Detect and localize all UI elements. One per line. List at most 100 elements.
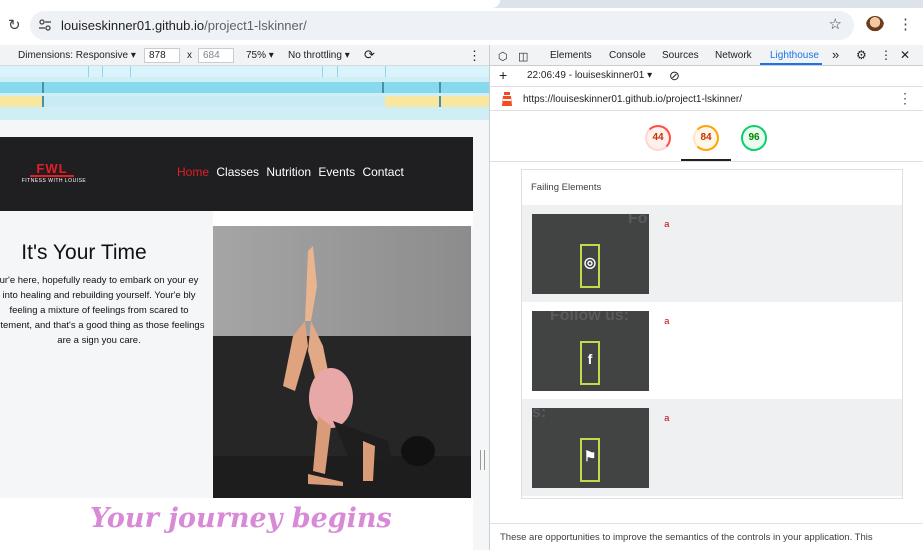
mq-tick — [439, 82, 441, 93]
report-menu-icon[interactable]: ⋮ — [898, 90, 912, 107]
nav-link-home[interactable]: Home — [177, 165, 209, 179]
journey-heading: Your journey begins — [90, 503, 392, 534]
mq-tick — [42, 96, 44, 107]
site-nav: Home Classes Nutrition Events Contact — [177, 165, 408, 179]
hero-photo — [213, 226, 471, 498]
mq-segment — [385, 96, 489, 107]
url-text[interactable]: louiseskinner01.github.io/project1-lskin… — [61, 18, 307, 33]
browser-tab-strip — [0, 0, 923, 8]
score-gauge-performance[interactable]: 44 — [645, 125, 671, 151]
throttling-dropdown[interactable]: No throttling ▾ — [288, 50, 350, 61]
failing-elements-card: Failing Elements Fo ◎ a Follow us: f a s… — [521, 169, 903, 499]
score-gauge-accessibility[interactable]: 84 — [693, 125, 719, 151]
site-settings-icon[interactable] — [38, 18, 52, 32]
score-gauge-best-practices[interactable]: 96 — [741, 125, 767, 151]
tab-network[interactable]: Network — [715, 50, 752, 61]
browser-menu-icon[interactable]: ⋮ — [898, 15, 913, 33]
url-path: /project1-lskinner/ — [204, 18, 307, 33]
zoom-dropdown[interactable]: 75% ▾ — [246, 50, 274, 61]
more-tabs-icon[interactable]: » — [832, 47, 839, 62]
mq-tick — [337, 66, 338, 77]
thumbnail-ghost-text: Fo — [628, 214, 648, 227]
site-logo[interactable]: FWL FITNESS WITH LOUISE — [10, 162, 98, 185]
facebook-icon: f — [587, 351, 593, 367]
inspect-element-icon[interactable]: ⬡ — [498, 50, 508, 63]
media-query-bars — [0, 66, 489, 120]
devtools-tab-bar: ⬡ ◫ Elements Console Sources Network Lig… — [490, 45, 923, 66]
address-bar[interactable]: louiseskinner01.github.io/project1-lskin… — [30, 11, 854, 40]
element-screenshot: Follow us: f — [532, 311, 649, 391]
failing-node-label[interactable]: a — [664, 219, 670, 230]
logo-mark: FWL — [30, 162, 74, 177]
devtools-panel: ⬡ ◫ Elements Console Sources Network Lig… — [489, 45, 923, 550]
active-tab-underline — [760, 63, 822, 65]
audit-description-text: These are opportunities to improve the s… — [500, 532, 873, 543]
close-icon[interactable]: ✕ — [900, 48, 910, 62]
url-host: louiseskinner01.github.io — [61, 18, 205, 33]
bookmark-star-icon[interactable]: ☆ — [829, 15, 842, 33]
thumbnail-ghost-text: s: — [532, 408, 547, 421]
mq-tick — [88, 66, 89, 77]
active-tab-shape — [0, 0, 500, 8]
twitter-icon: ⚑ — [583, 448, 597, 464]
logo-subtitle: FITNESS WITH LOUISE — [21, 178, 87, 184]
nav-link-contact[interactable]: Contact — [362, 165, 403, 179]
mq-tick — [439, 96, 441, 107]
reload-icon[interactable]: ↻ — [8, 16, 21, 34]
height-input[interactable]: 684 — [198, 48, 234, 63]
category-scores: 44 84 96 — [490, 111, 923, 162]
device-toolbar: Dimensions: Responsive ▾ 878 x 684 75% ▾… — [0, 45, 489, 66]
nav-link-nutrition[interactable]: Nutrition — [266, 165, 311, 179]
mq-tick — [130, 66, 131, 77]
nav-link-events[interactable]: Events — [318, 165, 355, 179]
element-screenshot: s: ⚑ — [532, 408, 649, 488]
mq-tick — [102, 66, 103, 77]
site-header: FWL FITNESS WITH LOUISE Home Classes Nut… — [0, 137, 473, 211]
element-screenshot: Fo ◎ — [532, 214, 649, 294]
mq-tick — [385, 66, 386, 77]
new-report-icon[interactable]: + — [499, 67, 507, 83]
lighthouse-toolbar: + 22:06:49 - louiseskinner01 ▾ ⊘ — [490, 66, 923, 87]
yoga-pose-illustration — [213, 226, 471, 498]
settings-gear-icon[interactable]: ⚙ — [856, 48, 867, 62]
tab-elements[interactable]: Elements — [550, 50, 592, 61]
failing-node-label[interactable]: a — [664, 413, 670, 424]
nav-link-classes[interactable]: Classes — [216, 165, 259, 179]
audit-description: These are opportunities to improve the s… — [490, 523, 923, 550]
lighthouse-url-bar: https://louiseskinner01.github.io/projec… — [490, 87, 923, 111]
tab-lighthouse[interactable]: Lighthouse — [770, 50, 819, 61]
media-query-row-max[interactable] — [0, 66, 489, 77]
report-selector[interactable]: 22:06:49 - louiseskinner01 ▾ — [527, 70, 652, 81]
emulated-viewport: FWL FITNESS WITH LOUISE Home Classes Nut… — [0, 120, 489, 550]
media-query-row-min-max[interactable] — [0, 82, 489, 93]
mq-tick — [322, 66, 323, 77]
clear-reports-icon[interactable]: ⊘ — [669, 68, 680, 84]
device-toggle-icon[interactable]: ◫ — [518, 50, 528, 63]
hero-title: It's Your Time — [21, 241, 147, 264]
tab-console[interactable]: Console — [609, 50, 646, 61]
devtools-menu-icon[interactable]: ⋮ — [880, 48, 892, 62]
profile-avatar[interactable] — [866, 16, 884, 34]
instagram-icon: ◎ — [583, 254, 597, 270]
mq-tick — [42, 82, 44, 93]
selected-score-indicator — [681, 159, 731, 161]
report-url: https://louiseskinner01.github.io/projec… — [523, 94, 743, 105]
failing-elements-header: Failing Elements — [531, 182, 602, 193]
tab-sources[interactable]: Sources — [662, 50, 699, 61]
failing-element-row[interactable]: Fo ◎ a — [522, 205, 902, 302]
rotate-icon[interactable]: ⟳ — [364, 47, 375, 63]
failing-node-label[interactable]: a — [664, 316, 670, 327]
lighthouse-icon — [502, 92, 512, 106]
failing-element-row[interactable]: s: ⚑ a — [522, 399, 902, 496]
dimensions-dropdown[interactable]: Dimensions: Responsive ▾ — [18, 50, 136, 61]
media-query-row-min[interactable] — [0, 96, 489, 107]
width-input[interactable]: 878 — [144, 48, 180, 63]
failing-element-row[interactable]: Follow us: f a — [522, 302, 902, 399]
device-toolbar-menu-icon[interactable]: ⋮ — [468, 48, 481, 64]
viewport-resize-gutter — [473, 120, 489, 550]
viewport-resize-handle[interactable] — [480, 450, 485, 470]
dimensions-separator: x — [187, 50, 192, 61]
browser-toolbar: ↻ louiseskinner01.github.io/project1-lsk… — [0, 8, 923, 45]
mq-segment — [0, 96, 42, 107]
hero-paragraph: ur'e here, hopefully ready to embark on … — [0, 275, 205, 346]
